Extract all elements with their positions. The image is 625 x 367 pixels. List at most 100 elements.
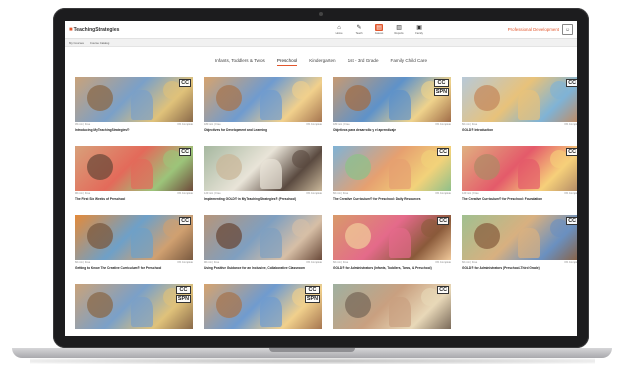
- course-thumbnail[interactable]: CC: [462, 215, 577, 260]
- course-thumbnail[interactable]: CC: [75, 215, 193, 260]
- photo-figure: [87, 85, 113, 111]
- course-title[interactable]: Objetivos para desarrollo y el aprendiza…: [333, 128, 451, 132]
- course-title[interactable]: Getting to Know The Creative Curriculum®…: [75, 266, 193, 270]
- course-card[interactable]: CC SPN: [75, 284, 193, 336]
- course-title[interactable]: GOLD® Introduction: [462, 128, 577, 132]
- course-card[interactable]: CC SPN 180 min | Free 0% Complete Objetivos …: [333, 77, 451, 138]
- course-card[interactable]: CC 60 min | Free 0% Complete Getting to Kno…: [75, 215, 193, 276]
- user-icon[interactable]: ☺: [562, 24, 573, 35]
- bar-chart-icon: ▥: [396, 25, 402, 31]
- course-title[interactable]: Introducing MyTeachingStrategies®: [75, 128, 193, 132]
- nav-item-reports[interactable]: ▥ Reports: [392, 24, 406, 35]
- logo-text: TeachingStrategies: [73, 26, 120, 33]
- tab-1[interactable]: Preschool: [276, 58, 298, 66]
- course-thumbnail[interactable]: CC: [333, 284, 451, 329]
- nav-item-home[interactable]: ⌂ Home: [332, 24, 346, 36]
- closed-caption-badge: CC: [566, 148, 577, 156]
- course-thumbnail[interactable]: [204, 215, 322, 260]
- photo-figure: [260, 90, 282, 120]
- closed-caption-badge: CC: [179, 79, 191, 87]
- course-title[interactable]: The Creative Curriculum® for Preschool: …: [462, 197, 577, 201]
- course-thumbnail[interactable]: CC: [333, 146, 451, 191]
- course-progress: 0% Complete: [306, 261, 322, 264]
- photo-figure: [216, 85, 242, 111]
- caption-badges: CC: [437, 217, 449, 225]
- tab-0[interactable]: Infants, Toddlers & Twos: [215, 58, 265, 66]
- photo-figure: [518, 159, 540, 189]
- course-meta: 180 min | Free 0% Complete: [333, 123, 451, 126]
- caption-badges: CC: [179, 148, 191, 156]
- course-card[interactable]: CC 60 min | Free 0% Complete The Creative C…: [333, 146, 451, 207]
- course-meta: 60 min | Free 0% Complete: [333, 261, 451, 264]
- course-card[interactable]: CC 60 min | Free 0% Complete GOLD® Introduc…: [462, 77, 577, 138]
- course-title[interactable]: The Creative Curriculum® for Preschool: …: [333, 197, 451, 201]
- photo-figure: [389, 297, 411, 327]
- course-card[interactable]: CC: [333, 284, 451, 336]
- photo-figure: [292, 81, 310, 99]
- course-card[interactable]: 120 min | Free 0% Complete Implementing GO…: [204, 146, 322, 207]
- course-card[interactable]: 90 min | Free 0% Complete Using Positive G…: [204, 215, 322, 276]
- course-title[interactable]: GOLD® for Administrators (Preschool-Thir…: [462, 266, 577, 270]
- course-card[interactable]: 180 min | Free 0% Complete Objectives for …: [204, 77, 322, 138]
- closed-caption-badge: CC: [437, 286, 449, 294]
- caption-badges: CC: [566, 148, 577, 156]
- camera-dot: [319, 12, 323, 16]
- course-duration: 60 min | Free: [462, 261, 478, 264]
- course-meta: 45 min | Free 0% Complete: [75, 123, 193, 126]
- subnav-link[interactable]: My Courses: [69, 41, 84, 45]
- main-nav: ⌂ Home ✎ Teach ▤ Assess ▥ Reports ▣ Family: [332, 24, 426, 35]
- caption-badges: CC: [437, 286, 449, 294]
- course-thumbnail[interactable]: [204, 146, 322, 191]
- course-thumbnail[interactable]: CC SPN: [204, 284, 322, 329]
- brand-logo[interactable]: ■ TeachingStrategies: [69, 27, 120, 33]
- course-thumbnail[interactable]: CC: [462, 77, 577, 122]
- course-thumbnail[interactable]: [204, 77, 322, 122]
- course-thumbnail[interactable]: CC: [75, 77, 193, 122]
- course-thumbnail[interactable]: CC: [75, 146, 193, 191]
- tab-2[interactable]: Kindergarten: [309, 58, 335, 66]
- nav-item-teach[interactable]: ✎ Teach: [352, 24, 366, 35]
- subnav-link[interactable]: Course Catalog: [90, 41, 109, 45]
- course-title[interactable]: Using Positive Guidance for an Inclusive…: [204, 266, 322, 270]
- photo-figure: [87, 154, 113, 180]
- course-title[interactable]: GOLD® for Administrators (Infants, Toddl…: [333, 266, 451, 270]
- photo-figure: [131, 159, 153, 189]
- photo-figure: [216, 223, 242, 249]
- course-title[interactable]: Implementing GOLD® in MyTeachingStrategi…: [204, 197, 322, 201]
- nav-item-assess[interactable]: ▤ Assess: [372, 24, 386, 35]
- course-thumbnail[interactable]: CC SPN: [75, 284, 193, 329]
- photo-figure: [389, 228, 411, 258]
- nav-item-family[interactable]: ▣ Family: [412, 24, 426, 35]
- course-meta: 120 min | Free 0% Complete: [204, 192, 322, 195]
- course-card[interactable]: CC 120 min | Free 0% Complete The Creative …: [462, 146, 577, 207]
- app-header: ■ TeachingStrategies ⌂ Home ✎ Teach ▤ Assess ▥…: [65, 21, 577, 39]
- course-title[interactable]: The First Six Weeks of Preschool: [75, 197, 193, 201]
- sub-nav: My Courses Course Catalog: [65, 39, 577, 47]
- nav-item-label: Assess: [374, 32, 384, 35]
- tab-4[interactable]: Family Child Care: [391, 58, 428, 66]
- course-progress: 0% Complete: [435, 261, 451, 264]
- course-duration: 180 min | Free: [333, 123, 350, 126]
- course-card[interactable]: CC 60 min | Free 0% Complete GOLD® for Admi…: [462, 215, 577, 276]
- course-thumbnail[interactable]: CC: [333, 215, 451, 260]
- photo-figure: [474, 223, 500, 249]
- course-card[interactable]: CC 45 min | Free 0% Complete Introducing My…: [75, 77, 193, 138]
- product-label: Professional Development: [507, 27, 559, 32]
- caption-badges: CC: [437, 148, 449, 156]
- tab-3[interactable]: 1st - 3rd Grade: [348, 58, 379, 66]
- course-card[interactable]: CC 60 min | Free 0% Complete GOLD® for Admi…: [333, 215, 451, 276]
- course-title[interactable]: Objectives for Development and Learning: [204, 128, 322, 132]
- spanish-badge: SPN: [175, 295, 191, 303]
- course-card[interactable]: CC 90 min | Free 0% Complete The First Six …: [75, 146, 193, 207]
- course-duration: 60 min | Free: [75, 261, 91, 264]
- photo-figure: [292, 219, 310, 237]
- nav-item-label: Family: [415, 32, 423, 35]
- product-switcher[interactable]: Professional Development ☺: [508, 24, 573, 35]
- course-duration: 45 min | Free: [75, 123, 91, 126]
- course-thumbnail[interactable]: CC: [462, 146, 577, 191]
- photo-figure: [518, 228, 540, 258]
- home-icon: ⌂: [337, 24, 341, 31]
- course-thumbnail[interactable]: CC SPN: [333, 77, 451, 122]
- course-card[interactable]: CC SPN: [204, 284, 322, 336]
- course-progress: 0% Complete: [177, 192, 193, 195]
